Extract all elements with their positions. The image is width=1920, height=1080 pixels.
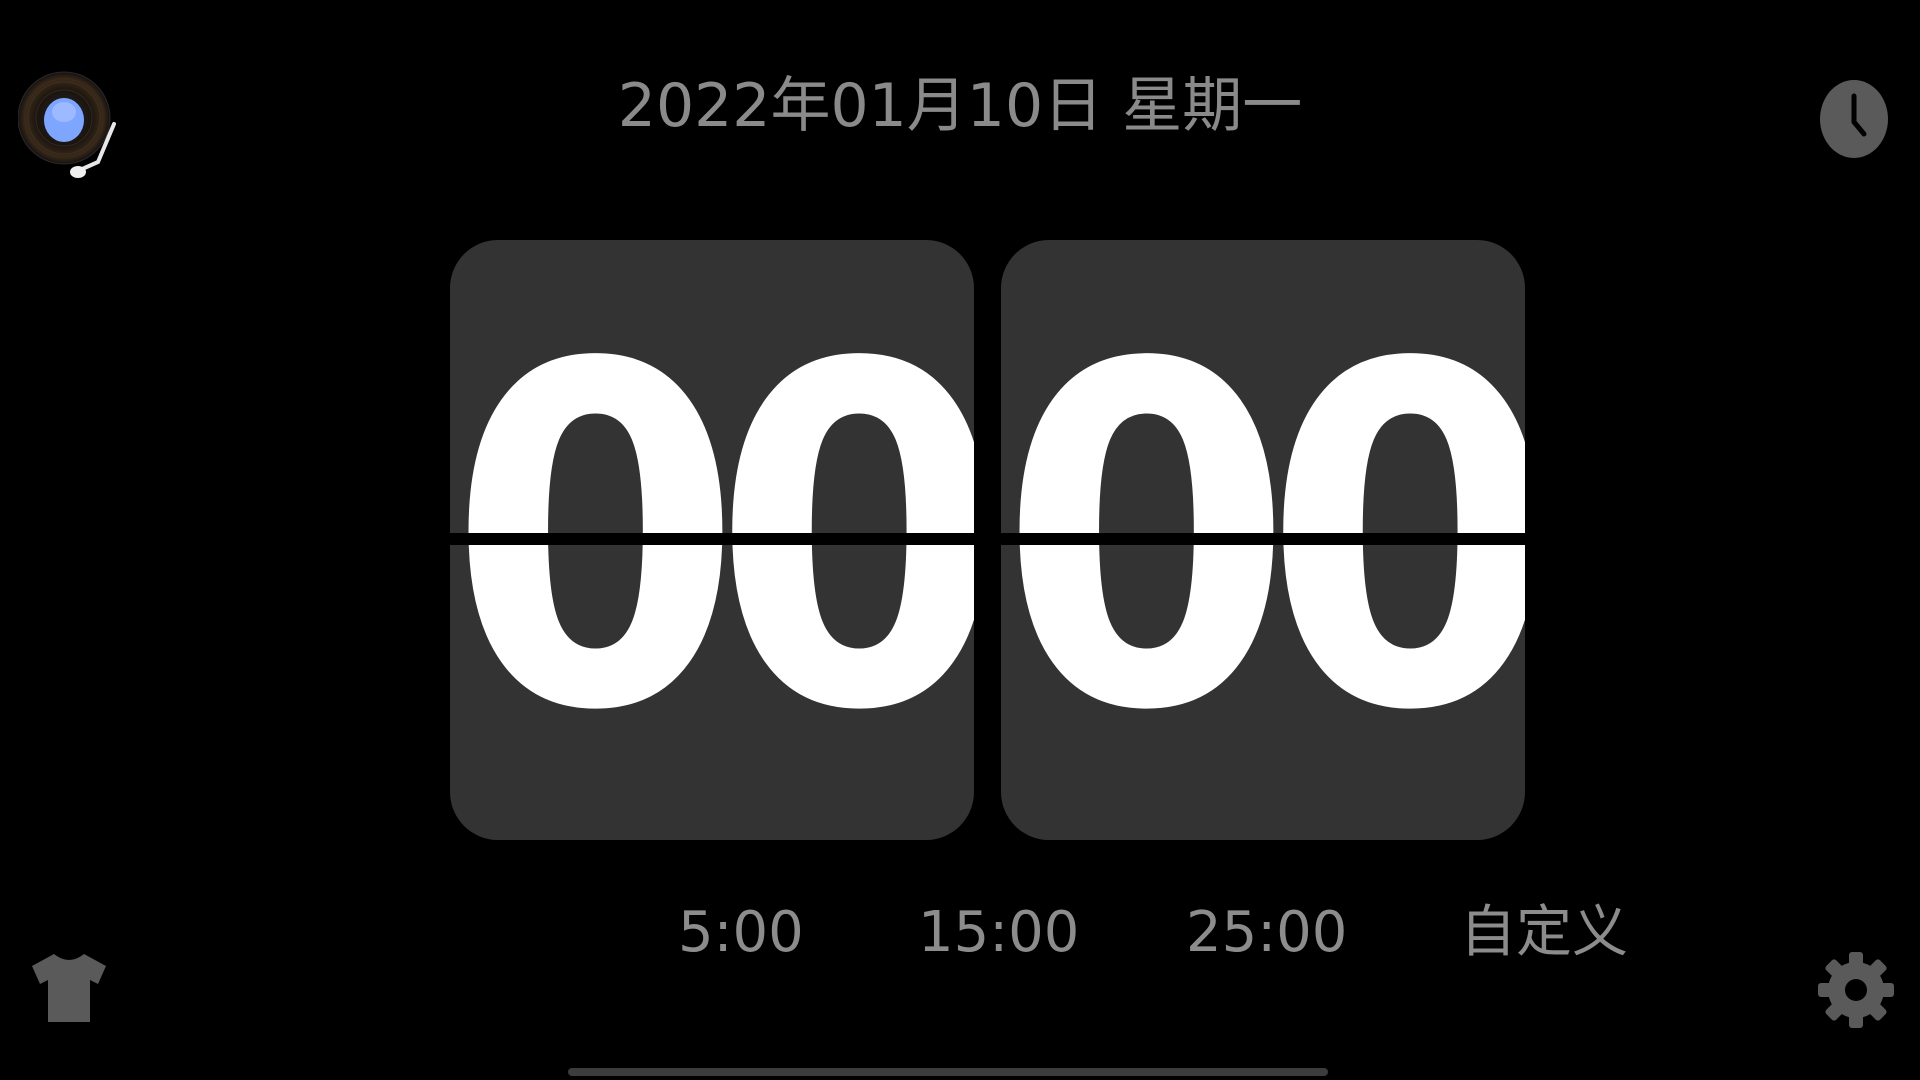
clock-icon[interactable]	[1818, 78, 1890, 160]
timer-presets: 5:00 15:00 25:00 自定义	[0, 898, 1920, 968]
flip-divider	[1001, 533, 1525, 545]
preset-5min-button[interactable]: 5:00	[678, 898, 804, 968]
preset-25min-button[interactable]: 25:00	[1186, 898, 1347, 968]
flip-divider	[450, 533, 974, 545]
hours-flip-card: 00	[450, 240, 974, 840]
gear-icon[interactable]	[1818, 950, 1894, 1030]
tshirt-icon[interactable]	[30, 950, 108, 1026]
minutes-flip-card: 00	[1001, 240, 1525, 840]
date-label: 2022年01月10日 星期一	[617, 71, 1303, 141]
home-indicator[interactable]	[568, 1068, 1328, 1076]
preset-15min-button[interactable]: 15:00	[918, 898, 1079, 968]
preset-custom-button[interactable]: 自定义	[1460, 898, 1628, 968]
flip-clock-screen: 2022年01月10日 星期一 00 00 5:00 15:00 25:00 自…	[0, 0, 1920, 1080]
